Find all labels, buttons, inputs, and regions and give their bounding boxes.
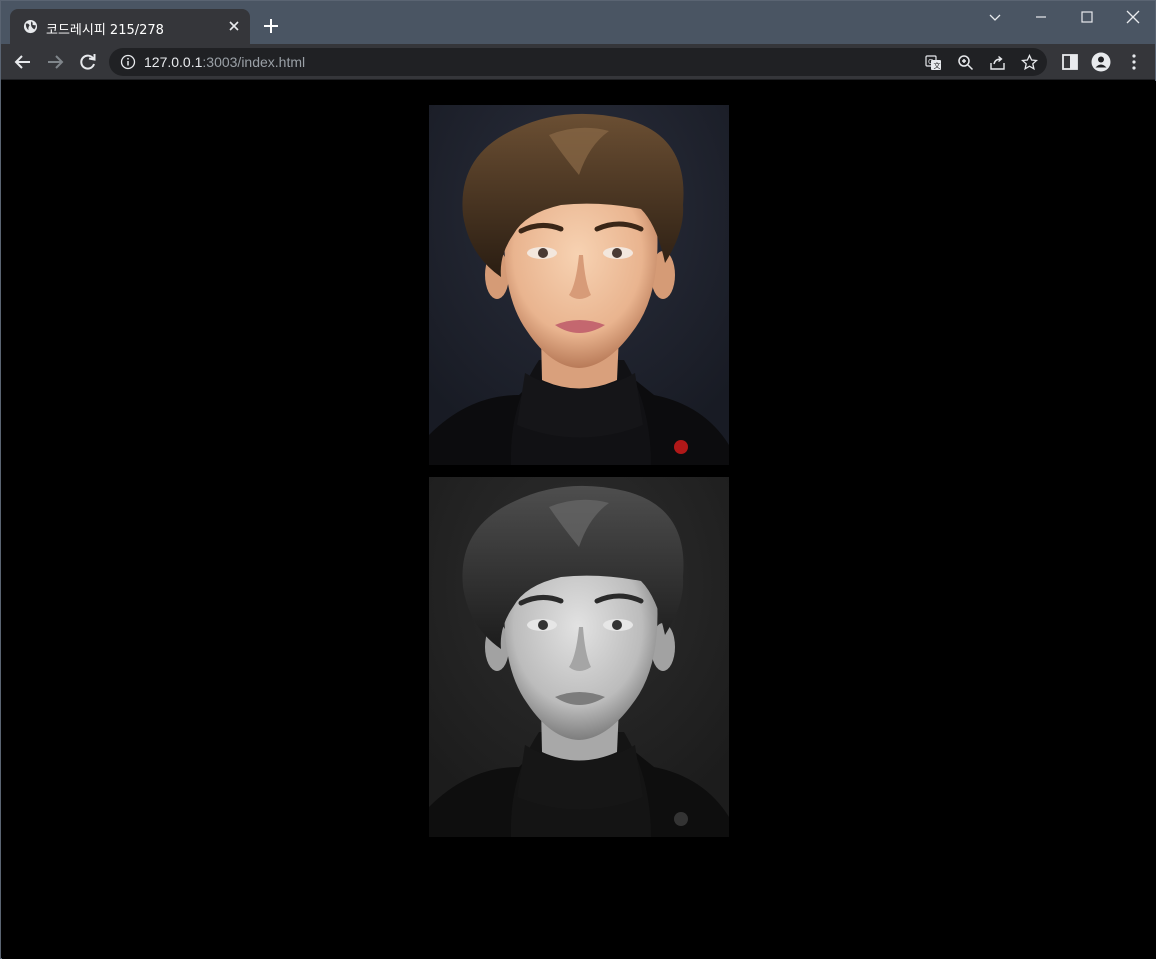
side-panel-icon[interactable]	[1060, 52, 1080, 72]
bookmark-star-icon[interactable]	[1021, 54, 1038, 71]
close-tab-icon[interactable]	[226, 18, 242, 34]
close-window-icon[interactable]	[1123, 7, 1143, 27]
reload-icon[interactable]	[78, 52, 98, 72]
url-host: 127.0.0.1	[144, 54, 203, 70]
tab-strip: 코드레시피 215/278	[1, 1, 1155, 44]
maximize-icon[interactable]	[1077, 7, 1097, 27]
globe-icon	[23, 19, 38, 34]
back-arrow-icon[interactable]	[13, 52, 33, 72]
profile-avatar-icon[interactable]	[1091, 52, 1111, 72]
browser-toolbar: 127.0.0.1:3003/index.html G 文	[1, 44, 1155, 80]
new-tab-icon[interactable]	[261, 16, 281, 36]
minimize-icon[interactable]	[1031, 7, 1051, 27]
svg-text:文: 文	[934, 61, 941, 70]
page-viewport	[2, 81, 1156, 959]
url-text[interactable]: 127.0.0.1:3003/index.html	[144, 54, 305, 70]
more-menu-icon[interactable]	[1124, 52, 1144, 72]
tab-title: 코드레시피 215/278	[46, 23, 164, 38]
info-icon[interactable]	[120, 54, 136, 70]
portrait-color	[429, 105, 729, 465]
zoom-icon[interactable]	[957, 54, 974, 71]
portrait-grayscale	[429, 477, 729, 837]
browser-window: 코드레시피 215/278 127.0.0.1:3003/index.html …	[0, 0, 1156, 959]
active-tab[interactable]: 코드레시피 215/278	[10, 9, 250, 44]
forward-arrow-icon[interactable]	[45, 52, 65, 72]
chevron-down-icon[interactable]	[985, 7, 1005, 27]
address-bar[interactable]: 127.0.0.1:3003/index.html G 文	[109, 48, 1047, 76]
url-path: :3003/index.html	[202, 54, 306, 70]
translate-icon[interactable]: G 文	[925, 54, 942, 71]
share-icon[interactable]	[989, 54, 1006, 71]
